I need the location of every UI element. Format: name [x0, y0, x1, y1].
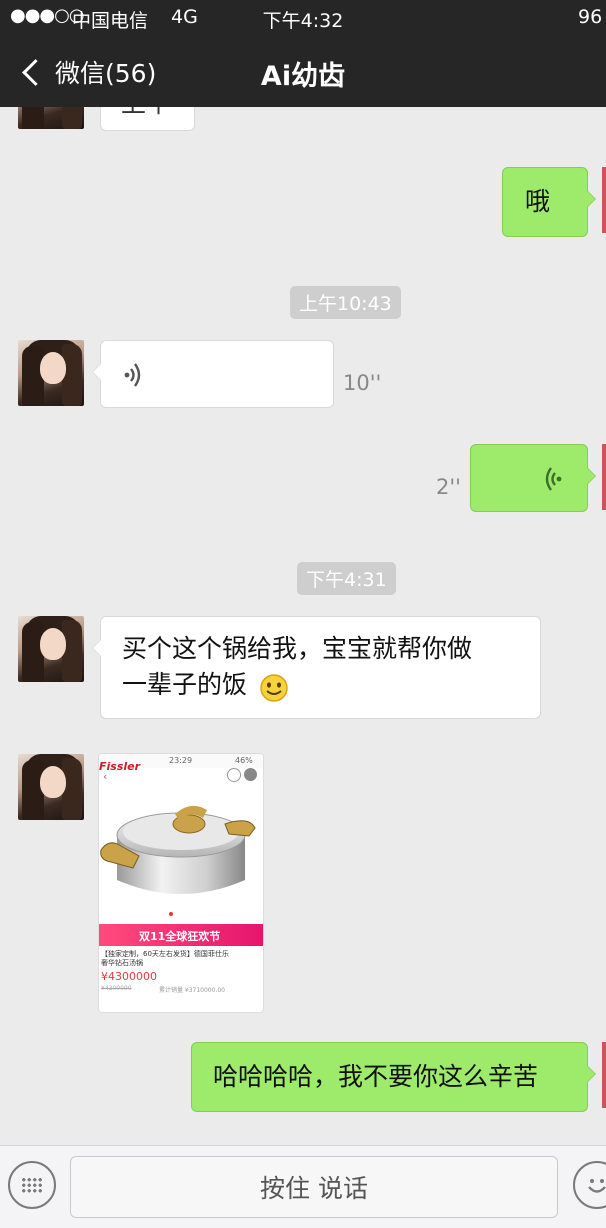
product-price: ¥4300000 [101, 970, 157, 983]
message-bubble-sent[interactable]: 哈哈哈哈，我不要你这么辛苦 [191, 1042, 596, 1112]
chat-area[interactable]: 上午 哦 上午10:43 10'' 2'' 下午4:31 买个这个锅给我，宝宝就… [0, 107, 606, 1145]
status-bar: ●●●○○ 中国电信 4G 下午4:32 96 [0, 0, 606, 36]
own-avatar[interactable] [602, 444, 606, 510]
avatar[interactable] [18, 754, 84, 820]
own-avatar[interactable] [602, 1042, 606, 1108]
message-text-line2: 一辈子的饭 [122, 670, 248, 699]
emoji-button[interactable] [573, 1161, 606, 1209]
chat-title: Ai幼齿 [260, 61, 346, 92]
message-text-line1: 买个这个锅给我，宝宝就帮你做 [122, 634, 473, 663]
smile-icon [588, 1179, 606, 1193]
product-orig-price: ¥4300000 [101, 985, 132, 992]
message-bubble-sent[interactable]: 哦 [502, 167, 596, 237]
battery-label: 96 [578, 6, 603, 28]
message-text: 哈哈哈哈，我不要你这么辛苦 [213, 1062, 539, 1091]
product-sales: 累计销量 ¥3710000.00 [159, 987, 225, 994]
carousel-dot [169, 912, 173, 916]
avatar[interactable] [18, 107, 84, 129]
voice-message-sent[interactable] [470, 444, 596, 512]
timestamp: 上午10:43 [290, 286, 401, 319]
pot-image [100, 805, 256, 894]
timestamp: 下午4:31 [297, 562, 396, 595]
nav-bar: 微信(56) Ai幼齿 [0, 36, 606, 107]
voice-message-received[interactable] [92, 340, 334, 408]
own-avatar[interactable] [602, 167, 606, 233]
promo-banner: 双11全球狂欢节 [99, 924, 263, 946]
product-desc: 【独家定制，60天左右发货】德国菲仕乐 奢华钻石汤锅 [101, 950, 229, 967]
voice-wave-icon [124, 363, 141, 387]
voice-duration: 2'' [436, 475, 461, 499]
hold-to-talk-button[interactable]: 按住 说话 [70, 1156, 558, 1218]
message-bubble-received[interactable]: 买个这个锅给我，宝宝就帮你做 一辈子的饭 [92, 616, 541, 719]
voice-duration: 10'' [343, 371, 382, 395]
avatar[interactable] [18, 340, 84, 406]
keyboard-icon [21, 1177, 43, 1193]
product-image-message[interactable]: 23:29 46% Fissler ‹ 双11全球狂欢节 【独家定制，60天左右… [98, 753, 264, 1013]
avatar[interactable] [18, 616, 84, 682]
message-bubble-partial[interactable]: 上午 [100, 107, 195, 131]
voice-wave-icon [545, 467, 562, 491]
smile-emoji-icon [260, 674, 288, 702]
status-time: 下午4:32 [262, 10, 344, 32]
message-text: 哦 [525, 187, 551, 216]
input-bar: 按住 说话 [0, 1145, 606, 1228]
keyboard-toggle-button[interactable] [8, 1161, 56, 1209]
